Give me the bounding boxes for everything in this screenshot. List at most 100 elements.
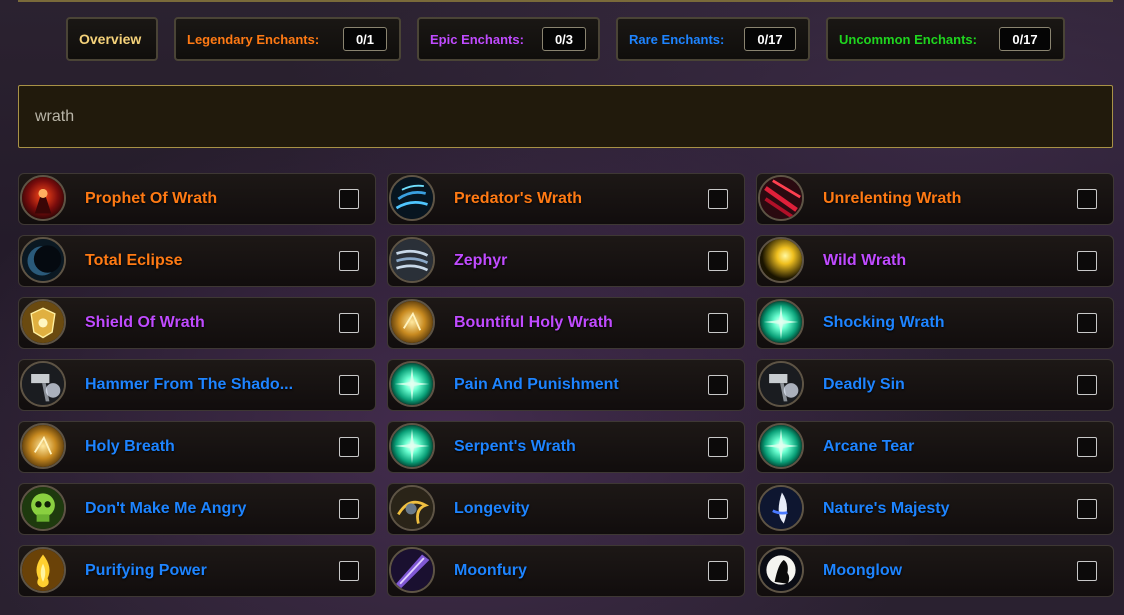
- enchant-checkbox[interactable]: [339, 499, 359, 519]
- enchant-card[interactable]: Longevity: [387, 483, 745, 535]
- rare-filter-label: Rare Enchants:: [629, 31, 725, 47]
- green-spark-icon: [758, 299, 804, 345]
- enchant-name: Shocking Wrath: [823, 314, 945, 331]
- enchant-name: Total Eclipse: [85, 252, 183, 269]
- enchant-name: Shield Of Wrath: [85, 314, 205, 331]
- enchant-checkbox[interactable]: [708, 561, 728, 581]
- top-divider: [18, 0, 1113, 2]
- enchant-checkbox[interactable]: [1077, 561, 1097, 581]
- enchant-name: Don't Make Me Angry: [85, 500, 247, 517]
- enchant-checkbox[interactable]: [708, 499, 728, 519]
- epic-filter-label: Epic Enchants:: [430, 31, 524, 47]
- wind-icon: [389, 237, 435, 283]
- search-input[interactable]: wrath: [18, 85, 1113, 148]
- enchant-card[interactable]: Purifying Power: [18, 545, 376, 597]
- storm-icon: [389, 485, 435, 531]
- enchant-checkbox[interactable]: [708, 313, 728, 333]
- blue-claw-icon: [389, 175, 435, 221]
- enchant-card[interactable]: Total Eclipse: [18, 235, 376, 287]
- enchant-name: Serpent's Wrath: [454, 438, 576, 455]
- legendary-filter-label: Legendary Enchants:: [187, 31, 320, 47]
- enchant-name: Moonglow: [823, 562, 903, 579]
- enchant-card[interactable]: Hammer From The Shado...: [18, 359, 376, 411]
- enchant-card[interactable]: Nature's Majesty: [756, 483, 1114, 535]
- enchant-name: Hammer From The Shado...: [85, 376, 294, 393]
- enchant-name: Prophet Of Wrath: [85, 190, 218, 207]
- enchant-checkbox[interactable]: [339, 437, 359, 457]
- enchant-checkbox[interactable]: [708, 437, 728, 457]
- golden-flame-icon: [20, 547, 66, 593]
- shadow-hammer-icon: [20, 361, 66, 407]
- enchant-checkbox[interactable]: [708, 375, 728, 395]
- enchant-name: Arcane Tear: [823, 438, 915, 455]
- enchant-name: Zephyr: [454, 252, 508, 269]
- enchant-card[interactable]: Moonglow: [756, 545, 1114, 597]
- legendary-filter[interactable]: Legendary Enchants: 0/1: [174, 17, 401, 61]
- enchant-name: Bountiful Holy Wrath: [454, 314, 613, 331]
- enchant-checkbox[interactable]: [339, 189, 359, 209]
- rare-filter[interactable]: Rare Enchants: 0/17: [616, 17, 810, 61]
- enchant-checkbox[interactable]: [339, 313, 359, 333]
- enchant-card[interactable]: Moonfury: [387, 545, 745, 597]
- uncommon-count: 0/17: [999, 27, 1051, 51]
- enchant-checkbox[interactable]: [1077, 499, 1097, 519]
- enchant-checkbox[interactable]: [1077, 437, 1097, 457]
- enchant-name: Wild Wrath: [823, 252, 907, 269]
- enchant-card[interactable]: Zephyr: [387, 235, 745, 287]
- red-demon-icon: [20, 175, 66, 221]
- enchant-card[interactable]: Serpent's Wrath: [387, 421, 745, 473]
- red-slash-icon: [758, 175, 804, 221]
- green-skull-icon: [20, 485, 66, 531]
- enchant-card[interactable]: Unrelenting Wrath: [756, 173, 1114, 225]
- overview-label: Overview: [79, 31, 142, 47]
- eclipse-icon: [20, 237, 66, 283]
- raven-moon-icon: [758, 547, 804, 593]
- enchant-checkbox[interactable]: [1077, 313, 1097, 333]
- enchant-checkbox[interactable]: [708, 251, 728, 271]
- legendary-count: 0/1: [343, 27, 387, 51]
- enchant-name: Pain And Punishment: [454, 376, 619, 393]
- enchant-checkbox[interactable]: [708, 189, 728, 209]
- enchant-name: Purifying Power: [85, 562, 207, 579]
- blue-spirit-icon: [758, 485, 804, 531]
- epic-count: 0/3: [542, 27, 586, 51]
- enchant-name: Moonfury: [454, 562, 527, 579]
- enchant-checkbox[interactable]: [1077, 189, 1097, 209]
- enchant-checkbox[interactable]: [339, 561, 359, 581]
- enchant-card[interactable]: Holy Breath: [18, 421, 376, 473]
- enchant-card[interactable]: Bountiful Holy Wrath: [387, 297, 745, 349]
- enchant-card[interactable]: Wild Wrath: [756, 235, 1114, 287]
- green-spark-icon: [389, 423, 435, 469]
- rare-count: 0/17: [744, 27, 796, 51]
- search-input-value: wrath: [35, 107, 75, 125]
- enchant-card[interactable]: Arcane Tear: [756, 421, 1114, 473]
- epic-filter[interactable]: Epic Enchants: 0/3: [417, 17, 600, 61]
- enchant-name: Predator's Wrath: [454, 190, 582, 207]
- filter-bar: Overview Legendary Enchants: 0/1 Epic En…: [0, 17, 1124, 61]
- green-spark-icon: [389, 361, 435, 407]
- enchant-name: Holy Breath: [85, 438, 175, 455]
- enchant-card[interactable]: Predator's Wrath: [387, 173, 745, 225]
- uncommon-filter[interactable]: Uncommon Enchants: 0/17: [826, 17, 1065, 61]
- enchant-checkbox[interactable]: [1077, 251, 1097, 271]
- enchant-card[interactable]: Shield Of Wrath: [18, 297, 376, 349]
- enchant-grid: Prophet Of Wrath Predator's Wrath Unrelent…: [18, 173, 1114, 603]
- enchant-card[interactable]: Prophet Of Wrath: [18, 173, 376, 225]
- holy-light-icon: [389, 299, 435, 345]
- uncommon-filter-label: Uncommon Enchants:: [839, 31, 977, 47]
- enchant-checkbox[interactable]: [339, 375, 359, 395]
- enchant-name: Nature's Majesty: [823, 500, 950, 517]
- enchant-checkbox[interactable]: [339, 251, 359, 271]
- enchant-name: Longevity: [454, 500, 530, 517]
- overview-button[interactable]: Overview: [66, 17, 158, 61]
- enchant-card[interactable]: Don't Make Me Angry: [18, 483, 376, 535]
- enchant-name: Deadly Sin: [823, 376, 905, 393]
- holy-light-icon: [20, 423, 66, 469]
- enchant-card[interactable]: Deadly Sin: [756, 359, 1114, 411]
- enchant-card[interactable]: Pain And Punishment: [387, 359, 745, 411]
- golden-shield-icon: [20, 299, 66, 345]
- enchant-checkbox[interactable]: [1077, 375, 1097, 395]
- purple-beam-icon: [389, 547, 435, 593]
- enchant-name: Unrelenting Wrath: [823, 190, 962, 207]
- enchant-card[interactable]: Shocking Wrath: [756, 297, 1114, 349]
